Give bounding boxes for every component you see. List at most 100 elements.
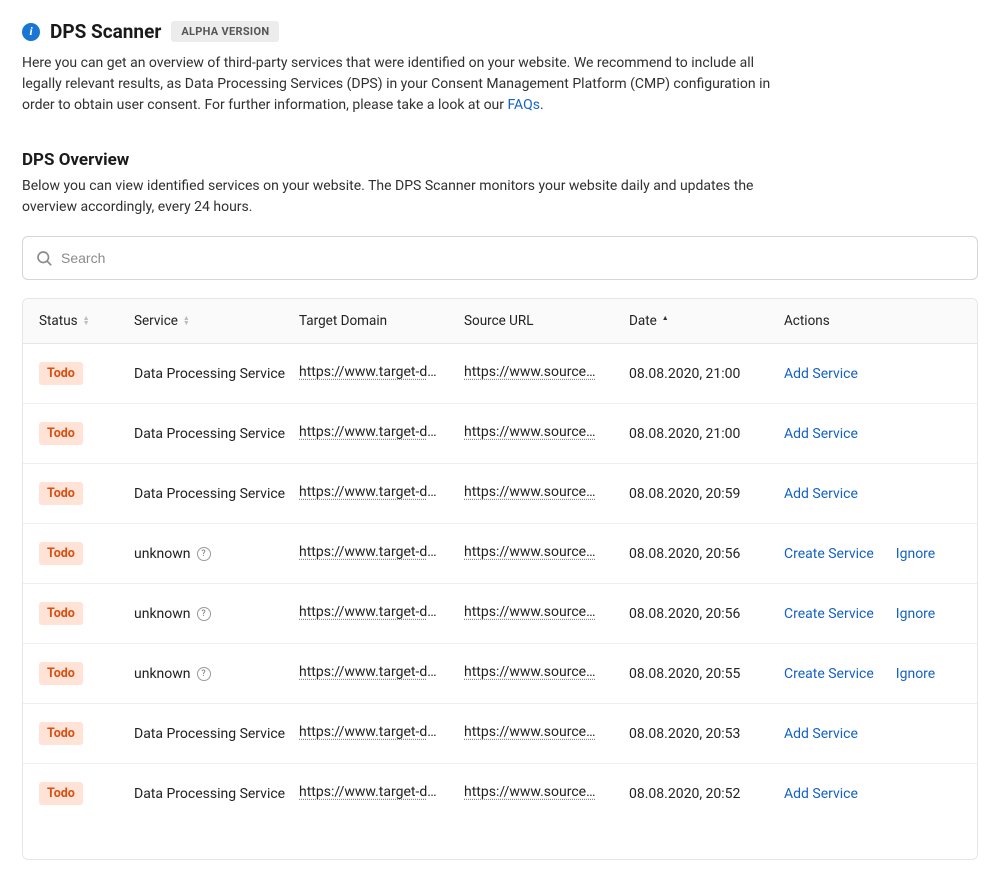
add-service-link[interactable]: Add Service: [784, 366, 858, 382]
date-cell: 08.08.2020, 21:00: [629, 366, 784, 382]
search-field-wrapper[interactable]: [22, 236, 978, 280]
target-domain-link[interactable]: https://www.target-do…: [299, 784, 444, 800]
actions-cell: Create Service Ignore: [784, 606, 978, 622]
help-icon[interactable]: ?: [197, 547, 211, 561]
service-name: unknown: [134, 666, 191, 682]
table-row: Todo Data Processing Servicehttps://www.t…: [23, 404, 977, 464]
service-cell: Data Processing Service: [134, 426, 299, 442]
intro-text-post: .: [540, 97, 544, 113]
source-url-link[interactable]: https://www.source…: [464, 784, 595, 800]
date-cell: 08.08.2020, 20:56: [629, 546, 784, 562]
sort-icon: ▲▼: [183, 316, 190, 326]
service-name: Data Processing Service: [134, 786, 285, 802]
info-icon: i: [22, 23, 40, 41]
source-url-link[interactable]: https://www.source…: [464, 484, 595, 500]
status-badge: Todo: [39, 602, 83, 625]
dps-table: Status ▲▼ Service ▲▼ Target Domain Sourc…: [22, 298, 978, 860]
create-service-link[interactable]: Create Service: [784, 546, 874, 562]
table-row: Todo Data Processing Service https://www.t…: [23, 764, 977, 823]
source-url-link[interactable]: https://www.source…: [464, 664, 595, 680]
create-service-link[interactable]: Create Service: [784, 666, 874, 682]
table-row: Todounknown?https://www.target-do…https:…: [23, 644, 977, 704]
service-name: Data Processing Service: [134, 366, 285, 382]
service-cell: unknown?: [134, 666, 299, 682]
source-url-link[interactable]: https://www.source…: [464, 604, 595, 620]
actions-cell: Create Service Ignore: [784, 546, 978, 562]
col-service[interactable]: Service ▲▼: [134, 313, 299, 329]
table-row: Todounknown?https://www.target-do…https:…: [23, 524, 977, 584]
add-service-link[interactable]: Add Service: [784, 426, 858, 442]
search-input[interactable]: [53, 240, 965, 276]
actions-cell: Add Service: [784, 486, 978, 502]
col-status[interactable]: Status ▲▼: [39, 313, 134, 329]
service-cell: unknown?: [134, 546, 299, 562]
service-name: Data Processing Service: [134, 486, 285, 502]
col-target[interactable]: Target Domain: [299, 313, 464, 329]
status-badge: Todo: [39, 782, 83, 805]
source-url-link[interactable]: https://www.source…: [464, 544, 595, 560]
service-cell: unknown?: [134, 606, 299, 622]
search-icon: [35, 249, 53, 267]
date-cell: 08.08.2020, 20:56: [629, 606, 784, 622]
target-domain-link[interactable]: https://www.target-do…: [299, 484, 444, 500]
target-domain-link[interactable]: https://www.target-do…: [299, 364, 444, 380]
actions-cell: Create Service Ignore: [784, 666, 978, 682]
add-service-link[interactable]: Add Service: [784, 486, 858, 502]
service-name: unknown: [134, 606, 191, 622]
col-date[interactable]: Date ▲▼: [629, 313, 784, 329]
service-cell: Data Processing Service: [134, 786, 299, 802]
status-badge: Todo: [39, 422, 83, 445]
actions-cell: Add Service: [784, 726, 978, 742]
status-badge: Todo: [39, 362, 83, 385]
date-cell: 08.08.2020, 20:52: [629, 786, 784, 802]
help-icon[interactable]: ?: [197, 667, 211, 681]
date-cell: 08.08.2020, 21:00: [629, 426, 784, 442]
date-cell: 08.08.2020, 20:53: [629, 726, 784, 742]
service-name: unknown: [134, 546, 191, 562]
sort-icon: ▲▼: [83, 316, 90, 326]
table-row: Todo Data Processing Service https://www.t…: [23, 464, 977, 524]
col-actions: Actions: [784, 313, 978, 329]
date-cell: 08.08.2020, 20:59: [629, 486, 784, 502]
intro-paragraph: Here you can get an overview of third-pa…: [22, 53, 782, 116]
table-row: Todo Data Processing Service https://www.t…: [23, 344, 977, 404]
col-source[interactable]: Source URL: [464, 313, 629, 329]
table-header-row: Status ▲▼ Service ▲▼ Target Domain Sourc…: [23, 299, 977, 344]
ignore-link[interactable]: Ignore: [896, 606, 935, 622]
ignore-link[interactable]: Ignore: [896, 666, 935, 682]
status-badge: Todo: [39, 542, 83, 565]
target-domain-link[interactable]: https://www.target-do…: [299, 724, 444, 740]
target-domain-link[interactable]: https://www.target-do…: [299, 424, 444, 440]
table-row: Todounknown?https://www.target-do…https:…: [23, 584, 977, 644]
table-footer: [23, 823, 977, 859]
source-url-link[interactable]: https://www.source…: [464, 364, 595, 380]
overview-description: Below you can view identified services o…: [22, 176, 782, 218]
actions-cell: Add Service: [784, 426, 978, 442]
status-badge: Todo: [39, 722, 83, 745]
target-domain-link[interactable]: https://www.target-do…: [299, 604, 444, 620]
intro-text-pre: Here you can get an overview of third-pa…: [22, 55, 770, 113]
alpha-version-badge: ALPHA VERSION: [171, 21, 279, 42]
overview-title: DPS Overview: [22, 150, 978, 170]
service-cell: Data Processing Service: [134, 726, 299, 742]
actions-cell: Add Service: [784, 786, 978, 802]
status-badge: Todo: [39, 482, 83, 505]
faqs-link[interactable]: FAQs: [507, 97, 540, 113]
table-row: Todo Data Processing Service https://www.t…: [23, 704, 977, 764]
ignore-link[interactable]: Ignore: [896, 546, 935, 562]
add-service-link[interactable]: Add Service: [784, 786, 858, 802]
create-service-link[interactable]: Create Service: [784, 606, 874, 622]
date-cell: 08.08.2020, 20:55: [629, 666, 784, 682]
service-name: Data Processing Service: [134, 726, 285, 742]
add-service-link[interactable]: Add Service: [784, 726, 858, 742]
status-badge: Todo: [39, 662, 83, 685]
actions-cell: Add Service: [784, 366, 978, 382]
source-url-link[interactable]: https://www.source…: [464, 724, 595, 740]
target-domain-link[interactable]: https://www.target-do…: [299, 664, 444, 680]
service-cell: Data Processing Service: [134, 486, 299, 502]
target-domain-link[interactable]: https://www.target-do…: [299, 544, 444, 560]
help-icon[interactable]: ?: [197, 607, 211, 621]
page-title: DPS Scanner: [50, 20, 161, 43]
sort-icon: ▲▼: [662, 316, 669, 326]
source-url-link[interactable]: https://www.source…: [464, 424, 595, 440]
